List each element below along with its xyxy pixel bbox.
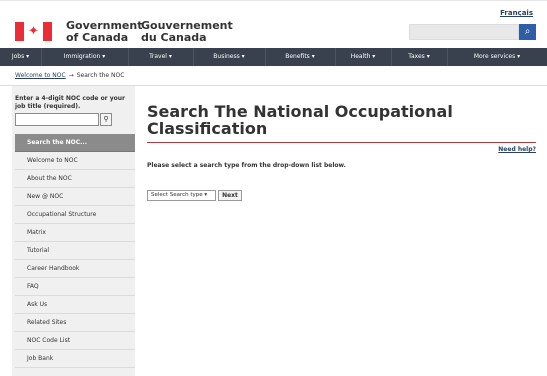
search-type-select[interactable]: Select Search type ▾ [147, 190, 216, 201]
noc-search-label: Enter a 4-digit NOC code or your job tit… [15, 95, 125, 110]
search-icon: ⌕ [524, 26, 531, 37]
sidebar-nav: Search the NOC... Welcome to NOC About t… [15, 134, 135, 368]
sidebar-item-new[interactable]: New @ NOC [15, 188, 135, 206]
next-button[interactable]: Next [218, 190, 242, 201]
breadcrumb-arrow-icon: → [68, 72, 74, 79]
signature-english[interactable]: Government of Canada [66, 20, 142, 44]
maple-leaf-icon: ✦ [28, 24, 39, 39]
language-toggle-link[interactable]: Français [500, 9, 533, 17]
signature-french[interactable]: Gouvernement du Canada [141, 20, 233, 44]
sidebar-item-search-the-noc[interactable]: Search the NOC... [15, 134, 135, 152]
signature-en-line2: of Canada [66, 31, 129, 44]
page-title: Search The National Occupational Classif… [147, 102, 453, 138]
menu-travel[interactable]: Travel ▾ [128, 48, 194, 66]
sidebar-item-faq[interactable]: FAQ [15, 278, 135, 296]
sidebar-item-career-handbook[interactable]: Career Handbook [15, 260, 135, 278]
menu-taxes[interactable]: Taxes ▾ [391, 48, 448, 66]
sidebar-item-ask-us[interactable]: Ask Us [15, 296, 135, 314]
site-search-input[interactable] [409, 24, 519, 40]
sidebar-item-related-sites[interactable]: Related Sites [15, 314, 135, 332]
breadcrumb-home-link[interactable]: Welcome to NOC [15, 72, 66, 79]
sidebar-item-about[interactable]: About the NOC [15, 170, 135, 188]
sidebar-item-noc-code-list[interactable]: NOC Code List [15, 332, 135, 350]
menu-business[interactable]: Business ▾ [193, 48, 266, 66]
breadcrumb-current: Search the NOC [76, 72, 125, 79]
flag-left-bar [15, 22, 24, 41]
sidebar-item-matrix[interactable]: Matrix [15, 224, 135, 242]
need-help-link[interactable]: Need help? [498, 146, 536, 153]
noc-search-input[interactable] [15, 113, 99, 126]
menu-jobs[interactable]: Jobs ▾ [0, 48, 42, 66]
flag-right-bar [43, 22, 52, 41]
sidebar-item-job-bank[interactable]: Job Bank [15, 350, 135, 368]
breadcrumb: Welcome to NOC → Search the NOC [15, 72, 124, 79]
search-icon: ⚲ [103, 115, 109, 123]
menu-more-services[interactable]: More services ▾ [447, 48, 547, 66]
sidebar-item-welcome[interactable]: Welcome to NOC [15, 152, 135, 170]
top-border [0, 0, 547, 4]
sidebar-item-occupational-structure[interactable]: Occupational Structure [15, 206, 135, 224]
noc-search-button[interactable]: ⚲ [100, 113, 112, 126]
menu-immigration[interactable]: Immigration ▾ [41, 48, 129, 66]
menu-benefits[interactable]: Benefits ▾ [265, 48, 336, 66]
signature-fr-line2: du Canada [141, 31, 207, 44]
sidebar-item-tutorial[interactable]: Tutorial [15, 242, 135, 260]
canada-flag-icon: ✦ [15, 22, 52, 41]
title-underline [147, 142, 536, 143]
menu-health[interactable]: Health ▾ [335, 48, 392, 66]
site-search-button[interactable]: ⌕ [519, 24, 536, 40]
instruction-text: Please select a search type from the dro… [147, 162, 346, 169]
main-menu: Jobs ▾ Immigration ▾ Travel ▾ Business ▾… [0, 48, 547, 66]
